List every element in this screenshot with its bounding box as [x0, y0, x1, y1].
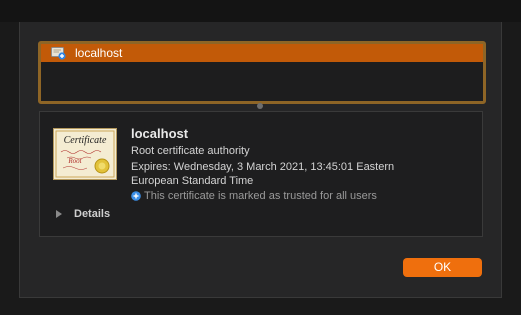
list-item[interactable]: localhost — [41, 44, 483, 62]
certificate-details-panel: Certificate Root localhost Root certific… — [39, 111, 483, 237]
certificate-name: localhost — [131, 126, 189, 141]
details-label[interactable]: Details — [74, 208, 110, 220]
trust-status-text: This certificate is marked as trusted fo… — [144, 190, 377, 202]
certificate-plus-icon — [51, 46, 66, 60]
certificate-image-subtitle: Root — [67, 157, 82, 165]
certificate-expiry: Expires: Wednesday, 3 March 2021, 13:45:… — [131, 161, 395, 173]
certificate-expiry-continued: European Standard Time — [131, 175, 254, 187]
ok-button[interactable]: OK — [403, 258, 482, 277]
trust-status: This certificate is marked as trusted fo… — [131, 190, 377, 202]
window-background — [0, 0, 521, 22]
disclosure-triangle-icon[interactable] — [56, 210, 62, 218]
details-disclosure[interactable]: Details — [56, 208, 110, 220]
certificate-list[interactable]: localhost — [38, 41, 486, 104]
certificate-image: Certificate Root — [53, 128, 117, 180]
split-view-handle[interactable] — [257, 103, 263, 109]
list-item-label: localhost — [75, 46, 123, 60]
certificate-type: Root certificate authority — [131, 145, 250, 157]
plus-circle-icon — [131, 191, 141, 201]
certificate-image-title: Certificate — [64, 135, 107, 146]
